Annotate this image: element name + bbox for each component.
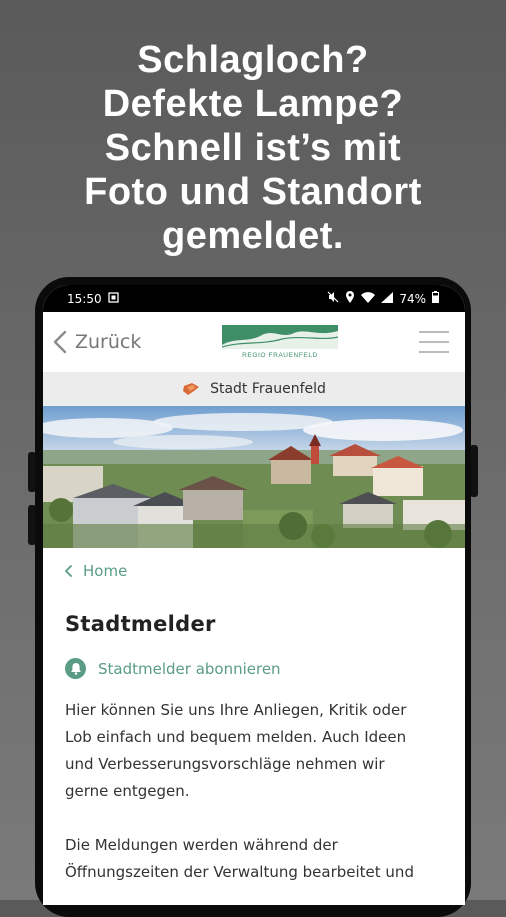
mute-icon — [327, 291, 339, 306]
city-name: Stadt Frauenfeld — [210, 381, 326, 397]
page-title: Stadtmelder — [65, 612, 216, 636]
headline-line: Schlagloch? — [137, 39, 369, 81]
city-panorama-image — [43, 406, 465, 548]
battery-level: 74% — [399, 291, 426, 306]
paragraph-line: Hier können Sie uns Ihre Anliegen, Kriti… — [65, 701, 407, 719]
content-area: Home Stadtmelder Stadtmelder abonnieren … — [43, 562, 465, 886]
breadcrumb-home: Home — [83, 562, 128, 580]
paragraph-line: gerne entgegen. — [65, 782, 190, 800]
status-bar: 15:50 74% — [43, 285, 465, 312]
bell-icon — [65, 658, 86, 679]
phone-power-button — [470, 445, 478, 497]
back-label: Zurück — [75, 331, 142, 353]
chevron-left-icon — [65, 565, 72, 577]
phone-screen: 15:50 74% Zurück REGIO FRAUENFELD Stadt … — [43, 285, 465, 905]
signal-icon — [381, 291, 394, 306]
headline-line: Defekte Lampe? — [102, 83, 404, 125]
back-button[interactable]: Zurück — [53, 330, 141, 354]
frauenfeld-coat-of-arms-icon — [183, 383, 200, 395]
screenshot-icon — [107, 291, 119, 306]
headline-line: gemeldet. — [162, 215, 344, 257]
paragraph-line: Lob einfach und bequem melden. Auch Idee… — [65, 728, 407, 746]
intro-paragraph: Hier können Sie uns Ihre Anliegen, Kriti… — [65, 697, 443, 805]
battery-icon — [432, 291, 439, 306]
regio-frauenfeld-logo[interactable]: REGIO FRAUENFELD — [222, 325, 339, 359]
app-bar: Zurück REGIO FRAUENFELD — [43, 312, 465, 372]
info-paragraph: Die Meldungen werden während der Öffnung… — [65, 832, 443, 886]
headline-line: Schnell ist’s mit — [104, 127, 402, 169]
logo-text: REGIO FRAUENFELD — [242, 352, 318, 359]
paragraph-line: Öffnungszeiten der Verwaltung bearbeitet… — [65, 863, 414, 881]
city-banner: Stadt Frauenfeld — [43, 372, 465, 406]
promo-headline: Schlagloch? Defekte Lampe? Schnell ist’s… — [0, 38, 506, 258]
wifi-icon — [361, 291, 376, 306]
headline-line: Foto und Standort — [84, 171, 422, 213]
paragraph-line: Die Meldungen werden während der — [65, 836, 338, 854]
breadcrumb[interactable]: Home — [65, 562, 443, 580]
subscribe-label: Stadtmelder abonnieren — [98, 659, 281, 678]
chevron-left-icon — [53, 330, 67, 354]
hamburger-menu-icon[interactable] — [419, 331, 449, 353]
status-time: 15:50 — [67, 291, 102, 306]
subscribe-button[interactable]: Stadtmelder abonnieren — [65, 658, 443, 679]
paragraph-line: und Verbesserungsvorschläge nehmen wir — [65, 755, 385, 773]
location-icon — [345, 291, 355, 306]
